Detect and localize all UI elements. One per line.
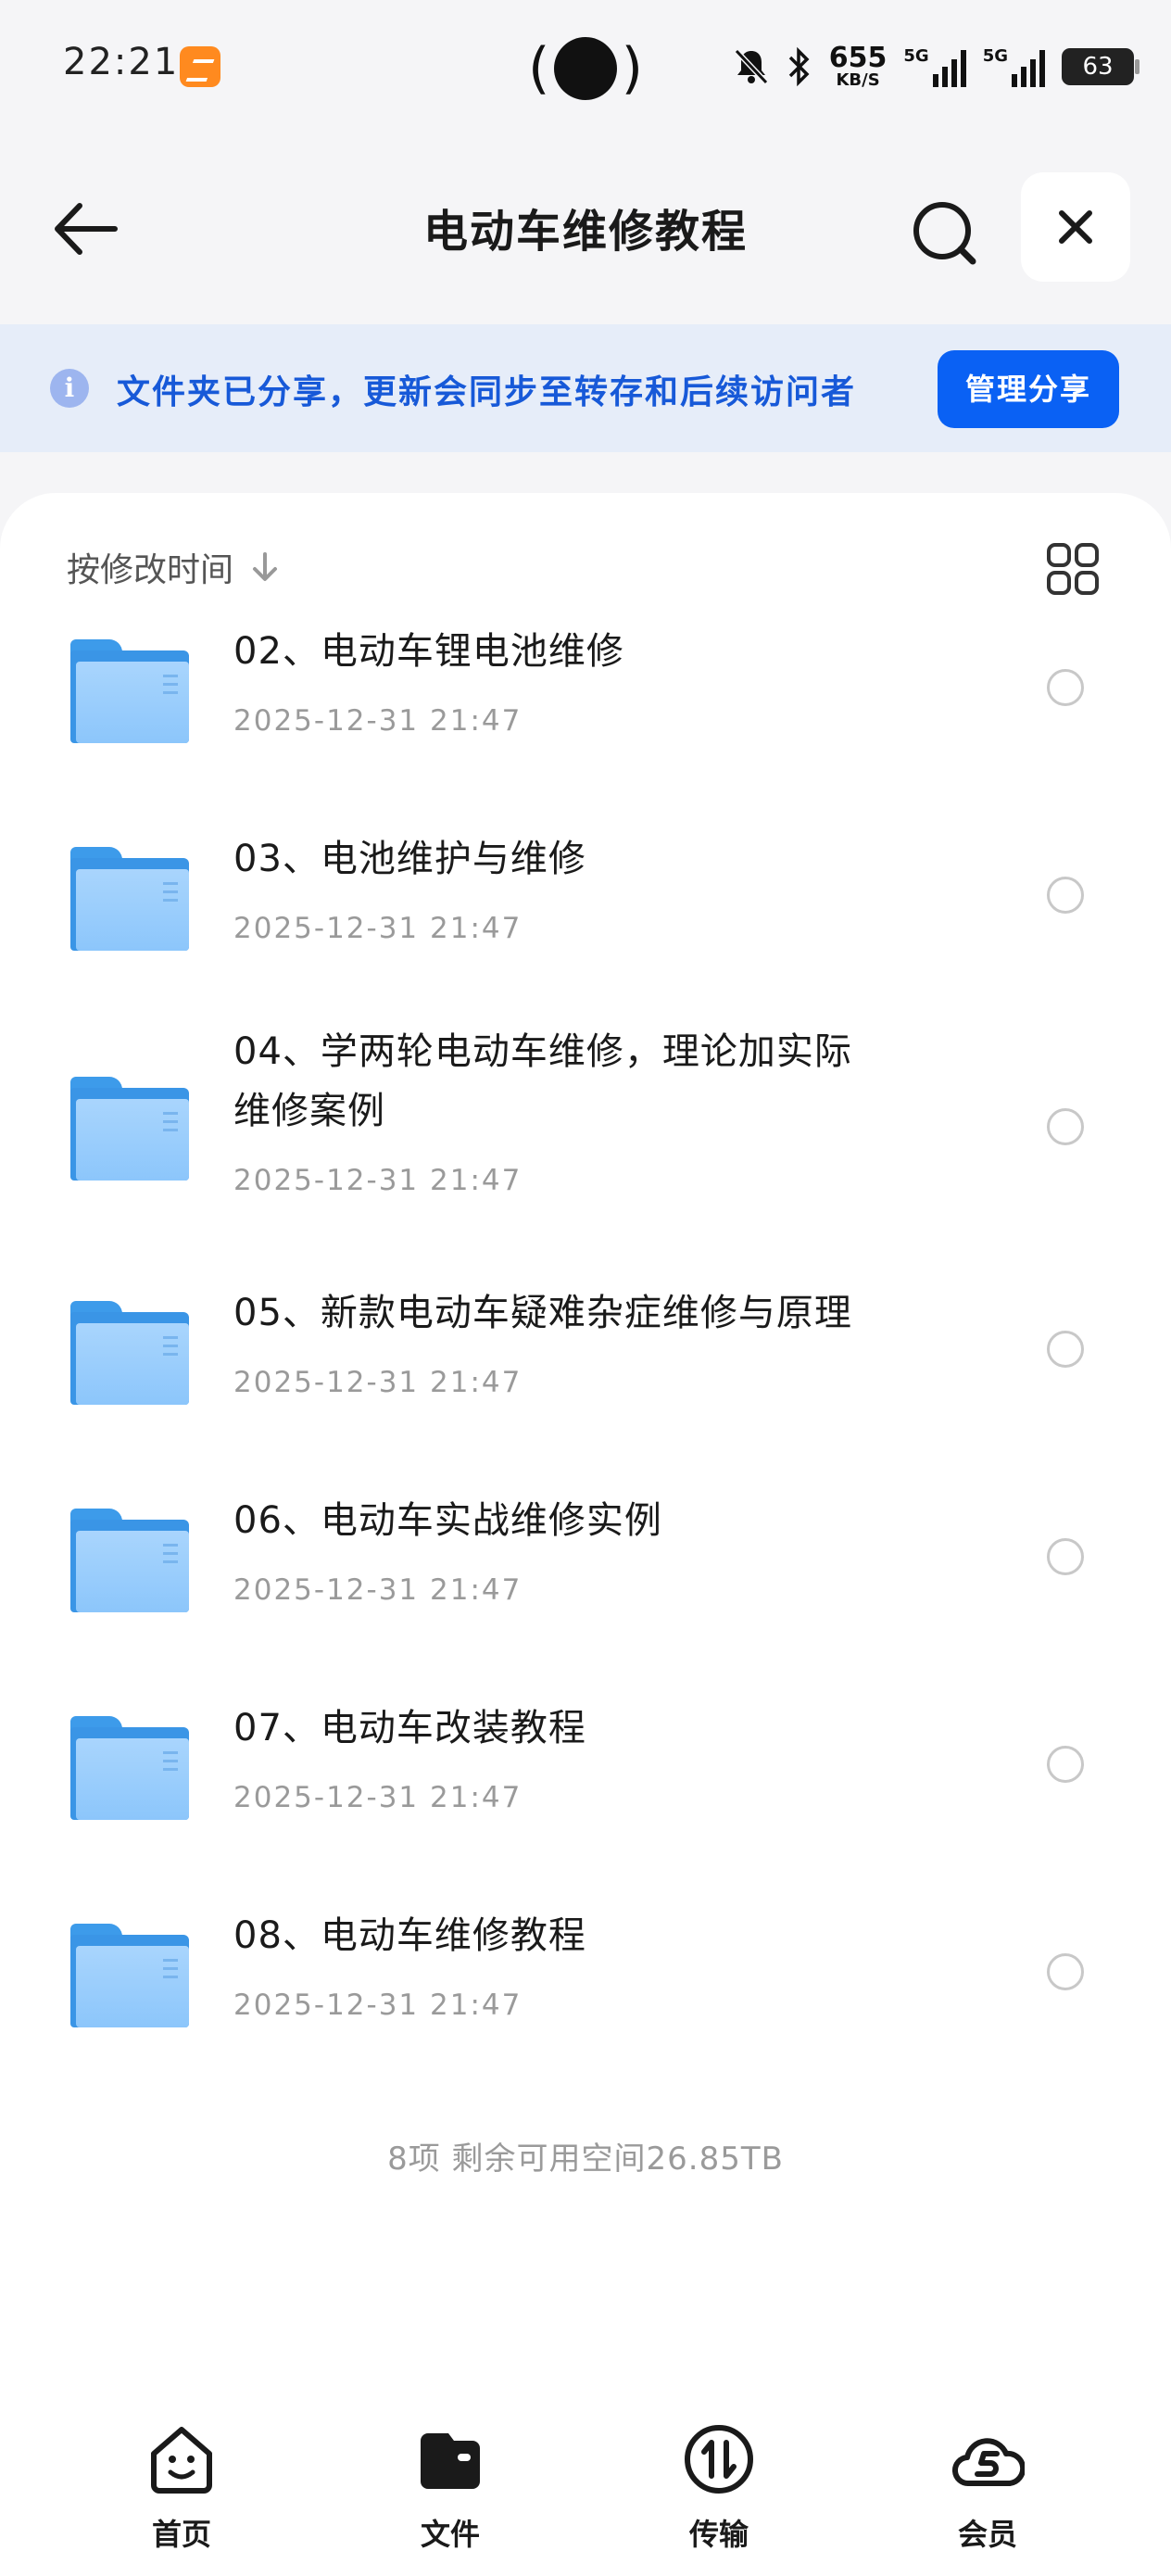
status-indicators: 655 KB/S 5G 5G 63 bbox=[733, 41, 1140, 93]
list-item[interactable]: 04、学两轮电动车维修，理论加实际 维修案例 2025-12-31 21:47 bbox=[0, 1001, 1171, 1232]
network-speed: 655 KB/S bbox=[829, 44, 888, 89]
folder-name: 02、电动车锂电池维修 bbox=[233, 630, 624, 673]
network-speed-value: 655 bbox=[828, 42, 888, 74]
folder-name: 06、电动车实战维修实例 bbox=[233, 1499, 662, 1542]
bluetooth-icon bbox=[788, 46, 810, 87]
folder-name: 05、新款电动车疑难杂症维修与原理 bbox=[233, 1292, 852, 1334]
tab-transfer-label: 传输 bbox=[688, 2517, 749, 2552]
list-item[interactable]: 07、电动车改装教程 2025-12-31 21:47 bbox=[0, 1662, 1171, 1848]
folder-icon bbox=[70, 1077, 189, 1181]
tab-home[interactable]: 首页 bbox=[98, 2422, 265, 2561]
sort-label: 按修改时间 bbox=[67, 551, 234, 589]
bottom-tab-bar: 首页 文件 传输 会员 bbox=[0, 2409, 1171, 2576]
folder-name: 03、电池维护与维修 bbox=[233, 838, 586, 880]
folder-date: 2025-12-31 21:47 bbox=[233, 1164, 523, 1197]
arrow-down-icon bbox=[253, 552, 278, 581]
tab-files[interactable]: 文件 bbox=[367, 2422, 534, 2561]
select-radio[interactable] bbox=[1047, 1538, 1084, 1575]
folder-icon bbox=[70, 1301, 189, 1405]
select-radio[interactable] bbox=[1047, 1108, 1084, 1145]
smile-face-icon bbox=[151, 2427, 212, 2494]
sim2-signal-icon: 5G bbox=[983, 46, 1045, 87]
select-radio[interactable] bbox=[1047, 877, 1084, 914]
file-list-card: 按修改时间 02、电动车锂电池维修 2025-12-31 21:47 03、电池… bbox=[0, 493, 1171, 2576]
page-title: 电动车维修教程 bbox=[422, 206, 748, 258]
close-button[interactable] bbox=[1021, 172, 1130, 282]
cloud-vip-icon bbox=[951, 2438, 1025, 2487]
select-radio[interactable] bbox=[1047, 1953, 1084, 1990]
top-app-bar: 电动车维修教程 bbox=[0, 167, 1171, 324]
folder-date: 2025-12-31 21:47 bbox=[233, 1781, 523, 1814]
folder-icon bbox=[70, 1716, 189, 1820]
manage-share-button[interactable]: 管理分享 bbox=[938, 350, 1119, 428]
folder-icon bbox=[70, 847, 189, 951]
battery-icon: 63 bbox=[1062, 48, 1140, 85]
list-item[interactable]: 08、电动车维修教程 2025-12-31 21:47 bbox=[0, 1870, 1171, 2055]
info-icon: i bbox=[50, 369, 89, 408]
folder-date: 2025-12-31 21:47 bbox=[233, 912, 523, 945]
notification-app-icon bbox=[180, 46, 220, 87]
list-item[interactable]: 03、电池维护与维修 2025-12-31 21:47 bbox=[0, 793, 1171, 979]
select-radio[interactable] bbox=[1047, 1746, 1084, 1783]
status-time: 22:21 bbox=[63, 41, 180, 83]
share-notice-banner: i 文件夹已分享，更新会同步至转存和后续访问者 管理分享 bbox=[0, 324, 1171, 452]
list-item[interactable]: 06、电动车实战维修实例 2025-12-31 21:47 bbox=[0, 1455, 1171, 1640]
close-icon bbox=[1059, 210, 1092, 244]
tab-home-label: 首页 bbox=[151, 2517, 211, 2552]
folder-date: 2025-12-31 21:47 bbox=[233, 1573, 523, 1607]
folder-date: 2025-12-31 21:47 bbox=[233, 704, 523, 738]
sim1-signal-icon: 5G bbox=[903, 46, 966, 87]
tab-files-label: 文件 bbox=[420, 2517, 480, 2552]
sim2-label: 5G bbox=[982, 46, 1008, 66]
folder-date: 2025-12-31 21:47 bbox=[233, 1366, 523, 1399]
select-radio[interactable] bbox=[1047, 669, 1084, 706]
share-notice-text: 文件夹已分享，更新会同步至转存和后续访问者 bbox=[117, 373, 857, 411]
select-radio[interactable] bbox=[1047, 1331, 1084, 1368]
folder-icon bbox=[70, 1924, 189, 2027]
folder-date: 2025-12-31 21:47 bbox=[233, 1989, 523, 2022]
sort-toggle[interactable]: 按修改时间 bbox=[67, 543, 283, 591]
tab-transfer[interactable]: 传输 bbox=[636, 2422, 802, 2561]
list-item[interactable]: 05、新款电动车疑难杂症维修与原理 2025-12-31 21:47 bbox=[0, 1247, 1171, 1433]
list-item[interactable]: 02、电动车锂电池维修 2025-12-31 21:47 bbox=[0, 586, 1171, 771]
folder-name: 04、学两轮电动车维修，理论加实际 bbox=[233, 1030, 852, 1073]
tab-vip[interactable]: 会员 bbox=[904, 2422, 1071, 2561]
transfer-icon bbox=[685, 2425, 753, 2494]
wallet-icon bbox=[421, 2433, 480, 2489]
folder-name: 07、电动车改装教程 bbox=[233, 1707, 586, 1749]
sim1-label: 5G bbox=[903, 46, 929, 66]
folder-icon bbox=[70, 639, 189, 743]
front-camera: () bbox=[528, 36, 643, 101]
folder-name-line2: 维修案例 bbox=[233, 1090, 385, 1132]
status-bar: 22:21 () 655 KB/S 5G 5G 63 bbox=[0, 0, 1171, 139]
folder-icon bbox=[70, 1509, 189, 1612]
storage-summary: 8项 剩余可用空间26.85TB bbox=[387, 2140, 784, 2178]
bell-off-icon bbox=[734, 48, 768, 85]
search-icon bbox=[913, 202, 976, 265]
search-button[interactable] bbox=[899, 187, 991, 280]
network-speed-unit: KB/S bbox=[836, 70, 880, 90]
folder-name: 08、电动车维修教程 bbox=[233, 1914, 586, 1957]
tab-vip-label: 会员 bbox=[957, 2517, 1017, 2552]
